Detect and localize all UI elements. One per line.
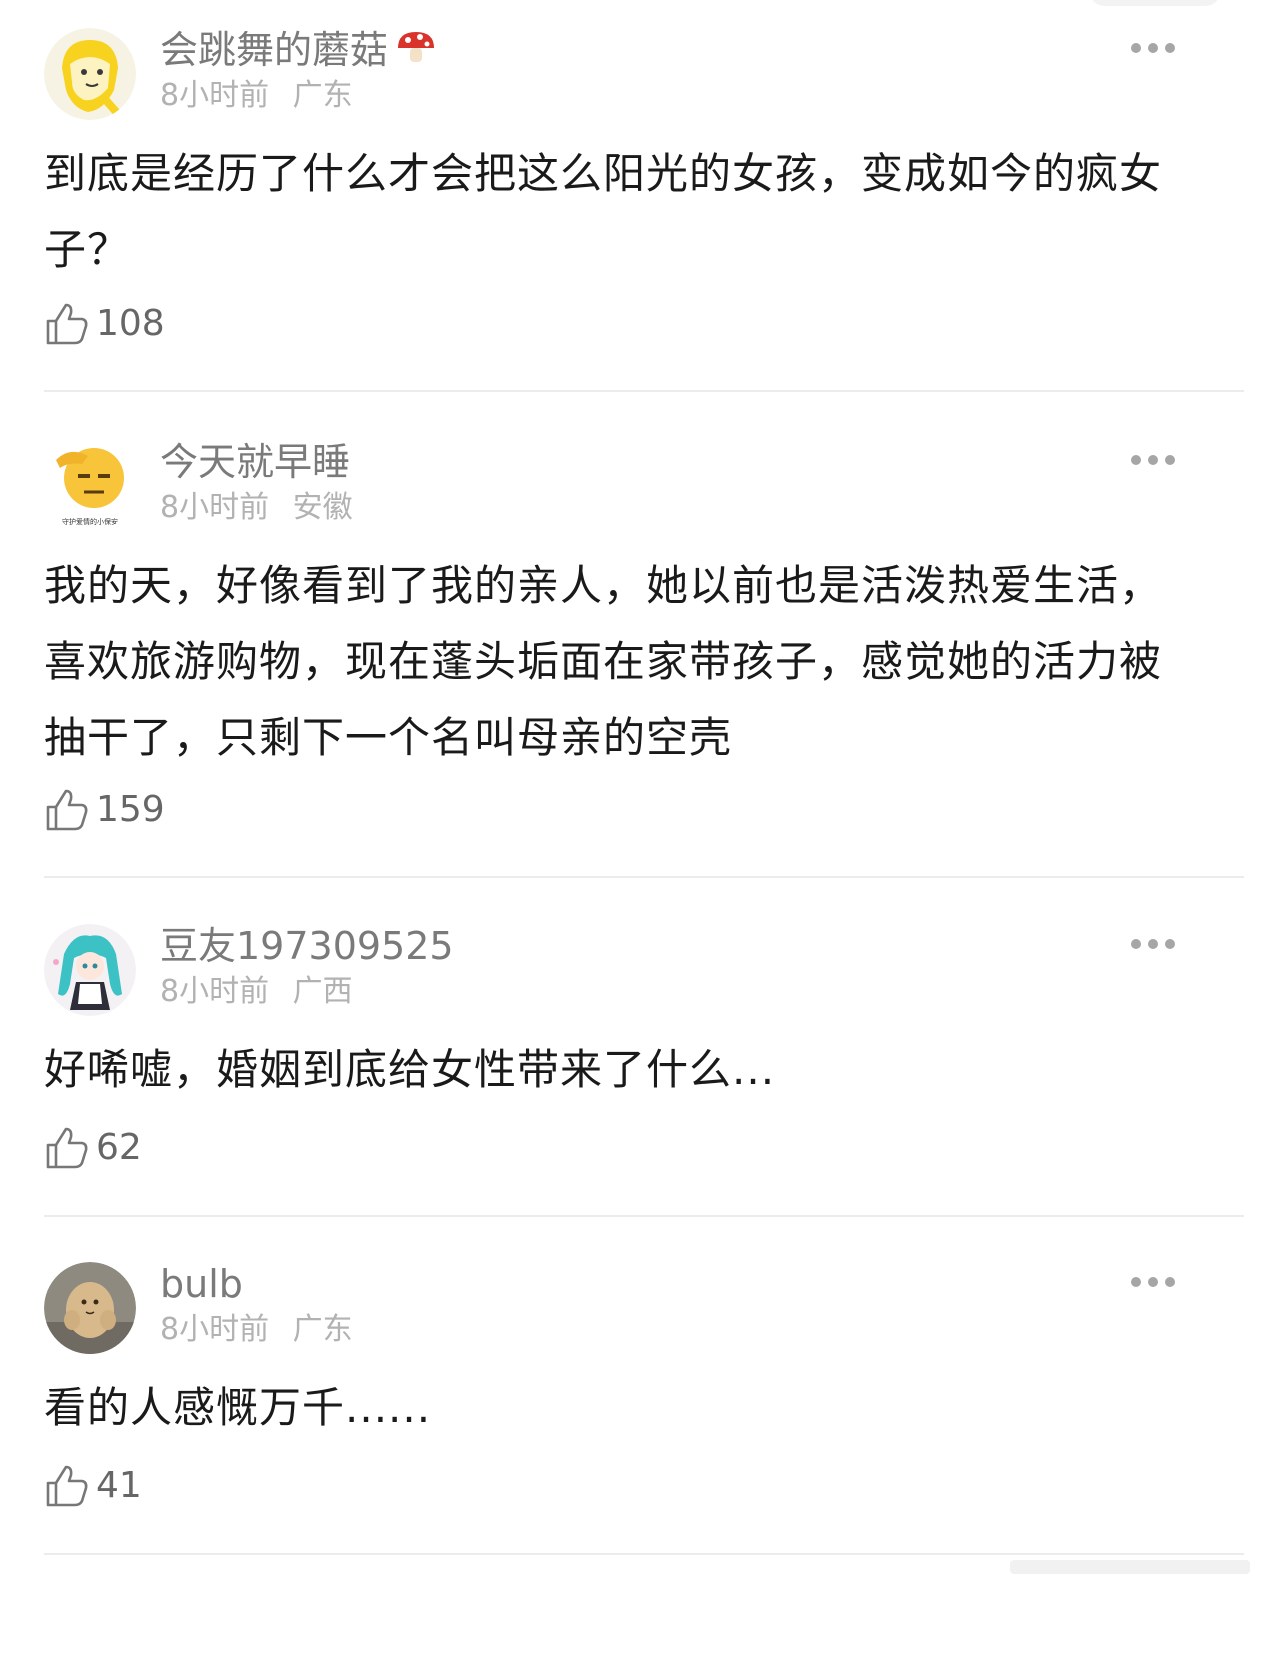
comment-meta: 8小时前 广东 bbox=[160, 1312, 353, 1348]
comment-location: 安徽 bbox=[292, 490, 353, 525]
like-count: 62 bbox=[96, 1127, 142, 1168]
like-count: 108 bbox=[96, 303, 165, 344]
comment-meta: 8小时前 广西 bbox=[160, 974, 353, 1010]
like-count: 159 bbox=[96, 789, 165, 830]
like-button[interactable]: 159 bbox=[44, 786, 165, 834]
more-options-icon[interactable] bbox=[1130, 1274, 1176, 1288]
top-bar-fragment bbox=[1090, 0, 1220, 6]
username[interactable]: bulb bbox=[160, 1262, 243, 1306]
comment-meta: 8小时前 安徽 bbox=[160, 490, 353, 526]
comment-location: 广东 bbox=[292, 78, 353, 113]
thumbs-up-icon bbox=[46, 789, 88, 831]
comment-meta: 8小时前 广东 bbox=[160, 78, 353, 114]
comment-time: 8小时前 bbox=[160, 1312, 270, 1347]
avatar[interactable]: 守护爱情的小保安 bbox=[44, 440, 136, 532]
like-button[interactable]: 108 bbox=[44, 300, 165, 348]
avatar[interactable] bbox=[44, 924, 136, 1016]
comment-location: 广西 bbox=[292, 974, 353, 1009]
comment-text: 我的天，好像看到了我的亲人，她以前也是活泼热爱生活，喜欢旅游购物，现在蓬头垢面在… bbox=[44, 561, 1163, 762]
more-options-icon[interactable] bbox=[1130, 40, 1176, 54]
comment-time: 8小时前 bbox=[160, 78, 270, 113]
divider bbox=[44, 1215, 1244, 1217]
comment-location: 广东 bbox=[292, 1312, 353, 1347]
more-options-icon[interactable] bbox=[1130, 936, 1176, 950]
username[interactable]: 豆友197309525 bbox=[160, 924, 454, 968]
avatar-caption: 守护爱情的小保安 bbox=[62, 517, 118, 526]
thumbs-up-icon bbox=[46, 303, 88, 345]
mushroom-icon bbox=[394, 28, 438, 77]
comment-time: 8小时前 bbox=[160, 974, 270, 1009]
avatar[interactable] bbox=[44, 28, 136, 120]
like-button[interactable]: 62 bbox=[44, 1124, 142, 1172]
divider bbox=[44, 390, 1244, 392]
username[interactable]: 今天就早睡 bbox=[160, 440, 350, 484]
divider bbox=[44, 876, 1244, 878]
comment-text: 看的人感慨万千...... bbox=[44, 1383, 432, 1432]
more-options-icon[interactable] bbox=[1130, 452, 1176, 466]
thumbs-up-icon bbox=[46, 1127, 88, 1169]
avatar[interactable] bbox=[44, 1262, 136, 1354]
comment-time: 8小时前 bbox=[160, 490, 270, 525]
watermark bbox=[1000, 1520, 1260, 1610]
thumbs-up-icon bbox=[46, 1465, 88, 1507]
comment-text: 好唏嘘，婚姻到底给女性带来了什么... bbox=[44, 1045, 776, 1094]
like-count: 41 bbox=[96, 1465, 142, 1506]
comment-text: 到底是经历了什么才会把这么阳光的女孩，变成如今的疯女子？ bbox=[44, 149, 1163, 274]
username[interactable]: 会跳舞的蘑菇 bbox=[160, 28, 438, 77]
like-button[interactable]: 41 bbox=[44, 1462, 142, 1510]
